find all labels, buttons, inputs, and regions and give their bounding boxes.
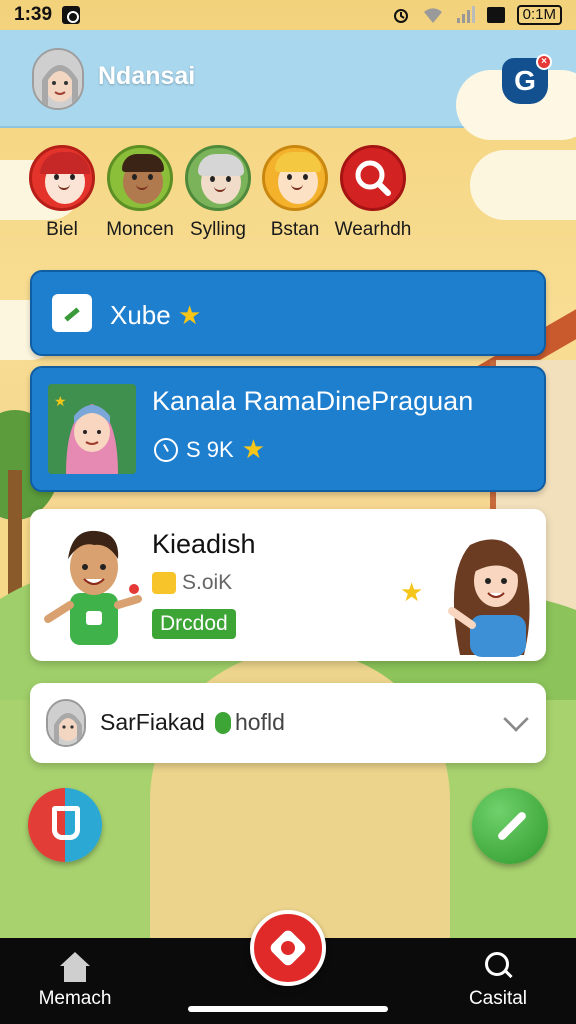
profile-avatar[interactable] (32, 48, 84, 110)
story-bstan[interactable]: Bstan (250, 145, 340, 241)
girl-illustration: ★ (400, 539, 530, 657)
svg-text:★: ★ (400, 577, 423, 607)
sarfiakad-tag: hofld (215, 709, 285, 736)
kanala-duration: S 9K (186, 436, 234, 462)
kanala-title: Kanala RamaDinePraguan (152, 386, 474, 416)
star-icon: ★ (241, 434, 266, 464)
story-label: Biel (46, 219, 78, 240)
wifi-icon (423, 8, 442, 23)
story-avatar (262, 145, 328, 211)
sarfiakad-label: SarFiakad (100, 709, 205, 735)
xube-label: Xube ★ (110, 300, 201, 331)
story-avatar (29, 145, 95, 211)
nav-home-label: Memach (38, 988, 112, 1009)
xube-card[interactable]: Xube ★ (30, 270, 546, 356)
story-search[interactable]: Wearhdh (328, 145, 418, 241)
center-action-button[interactable] (250, 910, 326, 986)
signal-icon (456, 6, 475, 23)
kanala-meta: S 9K ★ (154, 434, 265, 465)
kieadish-title: Kieadish (152, 529, 256, 559)
kanala-card[interactable]: ★ Kanala RamaDinePraguan S 9K ★ (30, 366, 546, 492)
pencil-icon (496, 810, 528, 842)
kieadish-card[interactable]: Kieadish S.oiK Drcdod ★ (30, 509, 546, 661)
close-icon[interactable]: × (536, 54, 552, 70)
story-biel[interactable]: Biel (17, 145, 107, 241)
badge-letter: G (514, 65, 536, 96)
story-label: Moncen (106, 219, 174, 240)
edit-button[interactable] (472, 788, 548, 864)
app-title: Ndansai (98, 62, 196, 90)
story-avatar (107, 145, 173, 211)
xube-text: Xube (110, 300, 171, 330)
shield-app-button[interactable] (28, 788, 102, 862)
nav-search-label: Casital (468, 988, 528, 1009)
chevron-down-icon[interactable] (503, 706, 529, 732)
battery-indicator: 0:1M (516, 5, 562, 25)
kieadish-meta-text: S.oiK (182, 571, 233, 594)
story-avatar (340, 145, 406, 211)
home-icon (60, 952, 90, 982)
svg-text:★: ★ (54, 393, 67, 409)
story-avatar (185, 145, 251, 211)
search-icon (355, 160, 391, 196)
stories-row: Biel Moncen Sylling Bstan Wearhdh (0, 145, 576, 245)
alarm-icon (393, 9, 408, 23)
app-header: Ndansai G × (0, 30, 576, 140)
kanala-thumbnail: ★ (48, 384, 136, 474)
star-icon: ★ (177, 300, 202, 330)
home-indicator[interactable] (188, 1006, 388, 1012)
checklist-icon (52, 294, 92, 332)
sarfiakad-tag-text: hofld (235, 709, 285, 735)
boy-illustration (44, 530, 142, 645)
coin-icon (152, 572, 176, 594)
story-moncen[interactable]: Moncen (95, 145, 185, 241)
story-label: Wearhdh (334, 219, 412, 240)
status-time: 1:39 (14, 4, 53, 25)
kieadish-meta: S.oiK (152, 571, 232, 595)
status-bar: 1:39 0:1M (0, 0, 576, 30)
sarfiakad-row[interactable]: SarFiakad hofld (30, 683, 546, 763)
status-dot-icon (215, 711, 231, 734)
clock-icon (154, 437, 178, 462)
search-icon (483, 952, 513, 982)
sarfiakad-avatar (46, 699, 86, 747)
account-badge-button[interactable]: G × (502, 54, 552, 104)
sim-icon (486, 7, 505, 23)
nav-search[interactable]: Casital (448, 952, 548, 1010)
shield-icon (52, 806, 80, 840)
nav-home[interactable]: Memach (25, 952, 125, 1010)
status-badge: Drcdod (152, 609, 236, 639)
story-label: Bstan (270, 219, 320, 240)
notification-icon (62, 6, 81, 24)
